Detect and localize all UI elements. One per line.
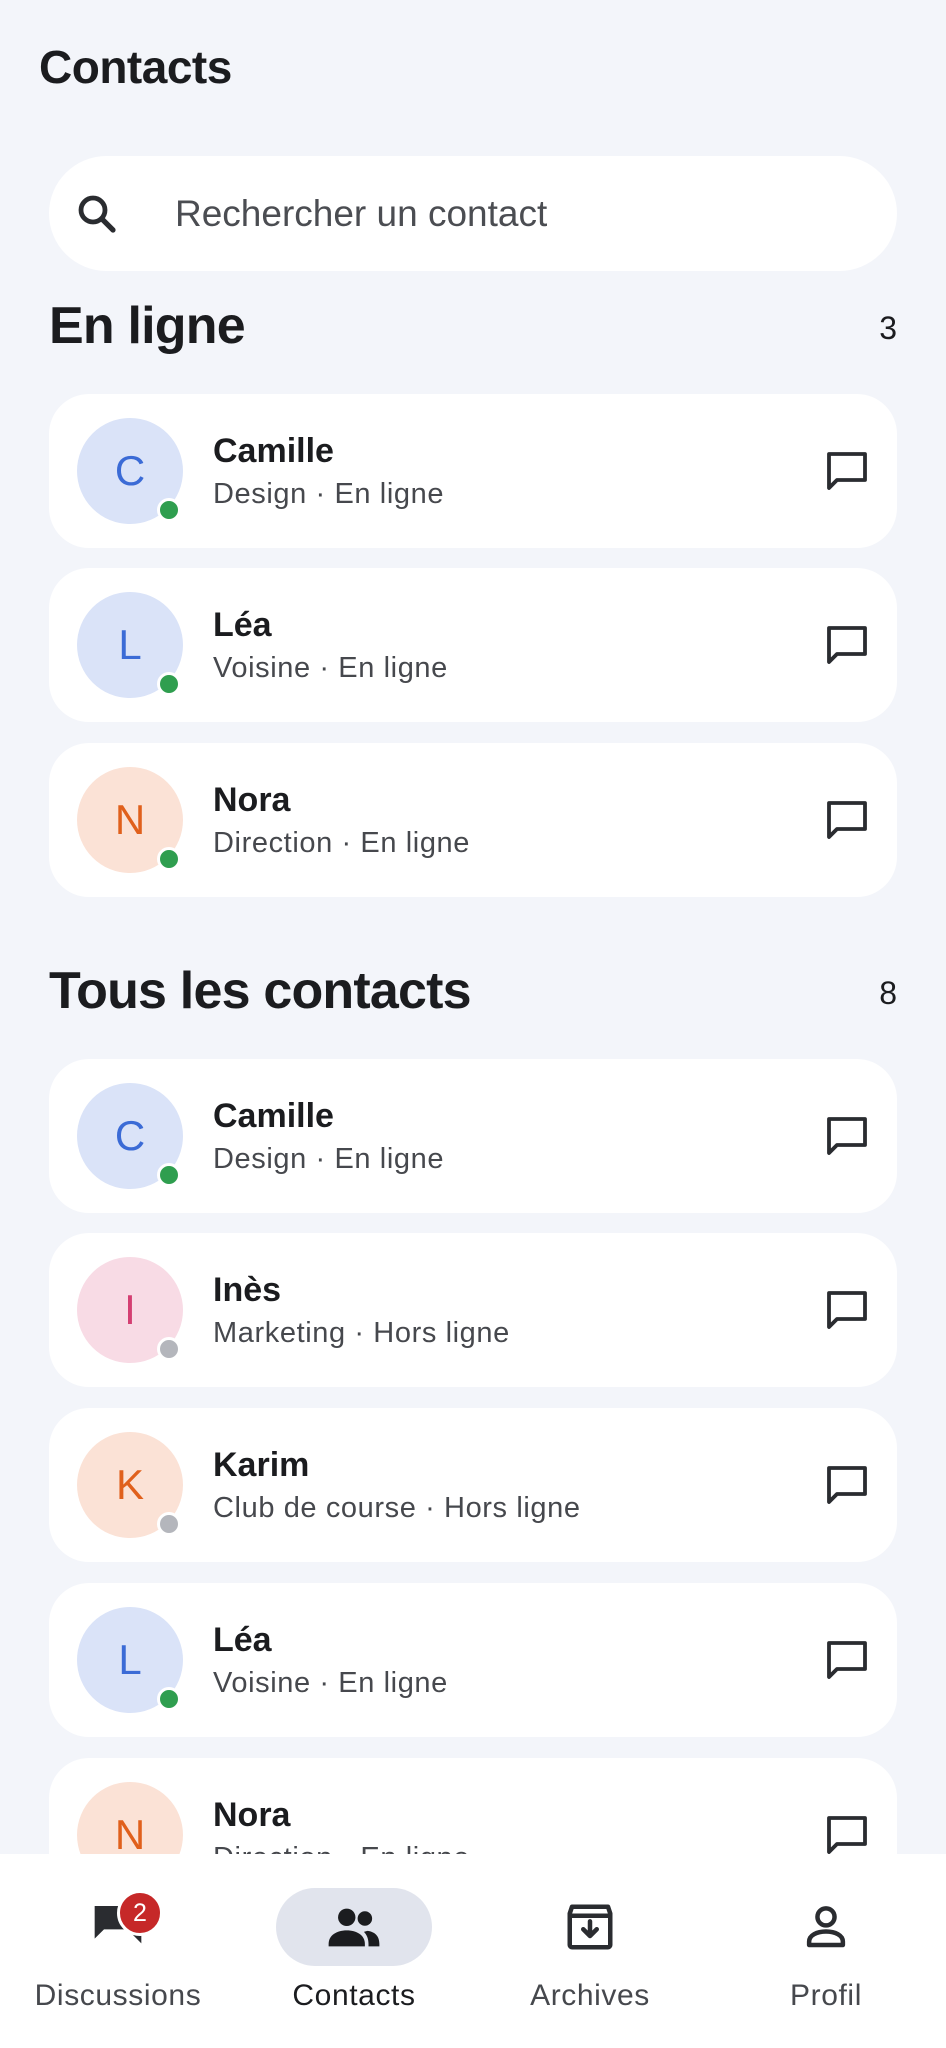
unread-badge: 2 [117, 1890, 163, 1936]
contact-subtitle: Voisine · En ligne [213, 652, 448, 684]
online-status-dot [157, 847, 181, 871]
contact-subtitle: Direction · En ligne [213, 827, 470, 859]
online-section-title: En ligne [49, 297, 246, 355]
contact-subtitle: Design · En ligne [213, 478, 445, 510]
contact-name: Inès [213, 1271, 282, 1309]
message-icon [827, 1117, 867, 1155]
online-status-dot [157, 1687, 181, 1711]
nav-pill [748, 1888, 904, 1966]
message-button[interactable] [819, 792, 875, 848]
online-status-dot [157, 672, 181, 696]
person-icon [806, 1906, 846, 1948]
message-icon [827, 801, 867, 839]
online-section-header: En ligne 3 [49, 296, 897, 356]
nav-label: Discussions [34, 1979, 202, 2012]
page-title: Contacts [39, 41, 232, 93]
contact-name: Camille [213, 1097, 334, 1135]
nav-label: Contacts [292, 1979, 416, 2012]
contact-name: Léa [213, 606, 272, 644]
nav-label: Profil [790, 1979, 862, 2012]
contact-subtitle: Marketing · Hors ligne [213, 1317, 510, 1349]
avatar: N [77, 1782, 183, 1854]
contact-card[interactable]: N Nora Direction · En ligne [49, 1758, 897, 1854]
message-icon [827, 1291, 867, 1329]
all-contacts-section-count: 8 [879, 975, 897, 1011]
message-button[interactable] [819, 617, 875, 673]
message-icon [827, 1641, 867, 1679]
contact-name: Léa [213, 1621, 272, 1659]
contact-name: Camille [213, 432, 334, 470]
contact-card[interactable]: C Camille Design · En ligne [49, 394, 897, 548]
contact-name: Nora [213, 781, 291, 819]
archive-icon [567, 1904, 613, 1950]
search-input[interactable] [173, 191, 897, 236]
nav-item-profil[interactable]: Profil [708, 1854, 944, 2048]
offline-status-dot [157, 1512, 181, 1536]
message-icon [827, 1466, 867, 1504]
all-contacts-section-header: Tous les contacts 8 [49, 961, 897, 1021]
message-button[interactable] [819, 1108, 875, 1164]
contact-card[interactable]: L Léa Voisine · En ligne [49, 1583, 897, 1737]
message-icon [827, 1816, 867, 1854]
nav-pill [512, 1888, 668, 1966]
contact-card[interactable]: K Karim Club de course · Hors ligne [49, 1408, 897, 1562]
contacts-scroll-area[interactable]: Contacts En ligne 3 C Camille Design · E… [0, 0, 946, 1854]
nav-item-contacts[interactable]: Contacts [236, 1854, 472, 2048]
people-icon [328, 1908, 380, 1947]
nav-item-archives[interactable]: Archives [472, 1854, 708, 2048]
contact-card[interactable]: L Léa Voisine · En ligne [49, 568, 897, 722]
message-button[interactable] [819, 443, 875, 499]
contact-name: Nora [213, 1796, 291, 1834]
search-icon [71, 188, 123, 240]
bottom-navigation: 2 Discussions Contacts Archives Profil [0, 1854, 946, 2048]
contact-name: Karim [213, 1446, 310, 1484]
contact-subtitle: Direction · En ligne [213, 1842, 470, 1854]
message-icon [827, 452, 867, 490]
contact-card[interactable]: N Nora Direction · En ligne [49, 743, 897, 897]
nav-label: Archives [530, 1979, 650, 2012]
contact-subtitle: Club de course · Hors ligne [213, 1492, 581, 1524]
message-button[interactable] [819, 1632, 875, 1688]
online-status-dot [157, 1163, 181, 1187]
contact-subtitle: Voisine · En ligne [213, 1667, 448, 1699]
contact-card[interactable]: C Camille Design · En ligne [49, 1059, 897, 1213]
nav-item-discussions[interactable]: 2 Discussions [0, 1854, 236, 2048]
search-bar[interactable] [49, 156, 897, 271]
message-button[interactable] [819, 1457, 875, 1513]
contact-subtitle: Design · En ligne [213, 1143, 445, 1175]
message-icon [827, 626, 867, 664]
message-button[interactable] [819, 1282, 875, 1338]
nav-pill [40, 1888, 196, 1966]
all-contacts-section-title: Tous les contacts [49, 962, 472, 1020]
nav-pill-active [276, 1888, 432, 1966]
online-status-dot [157, 498, 181, 522]
offline-status-dot [157, 1337, 181, 1361]
message-button[interactable] [819, 1807, 875, 1854]
online-section-count: 3 [879, 310, 897, 346]
contact-card[interactable]: I Inès Marketing · Hors ligne [49, 1233, 897, 1387]
